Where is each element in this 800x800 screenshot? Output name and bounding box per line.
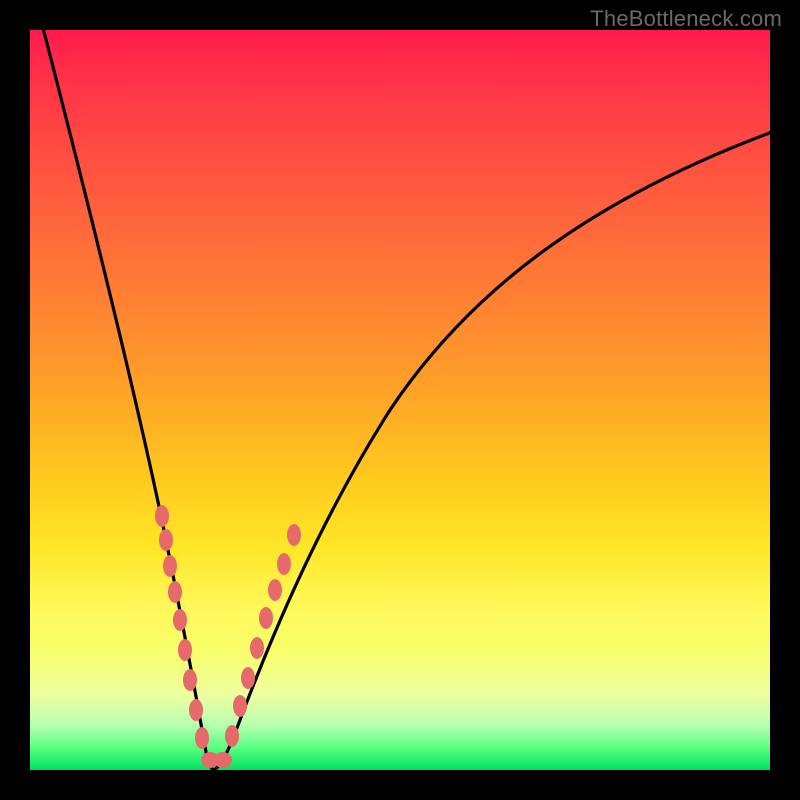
- right-branch-curve: [214, 132, 772, 770]
- outer-frame: TheBottleneck.com: [0, 0, 800, 800]
- chart-svg: [30, 30, 770, 770]
- marker-group: [155, 505, 301, 768]
- watermark-text: TheBottleneck.com: [590, 6, 782, 32]
